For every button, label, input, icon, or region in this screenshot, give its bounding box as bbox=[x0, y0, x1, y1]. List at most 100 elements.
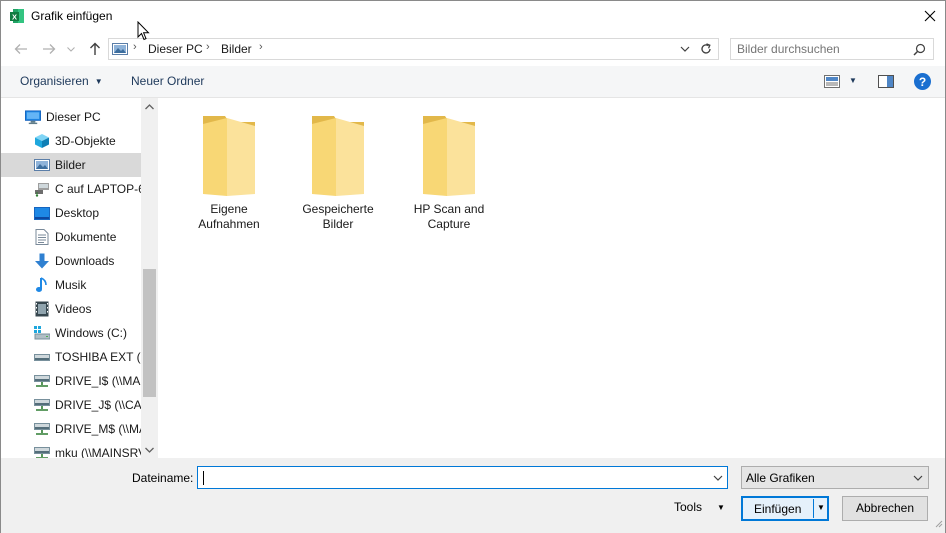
arrow-up-icon bbox=[90, 42, 100, 55]
music-icon bbox=[34, 277, 50, 293]
view-icon bbox=[824, 75, 840, 88]
folder-label: Eigene Aufnahmen bbox=[198, 202, 260, 231]
scroll-down-icon[interactable] bbox=[141, 441, 158, 458]
tree-item-label: Desktop bbox=[55, 206, 100, 220]
forward-button[interactable] bbox=[39, 39, 59, 59]
chevron-down-icon bbox=[67, 46, 75, 52]
filename-input[interactable] bbox=[202, 470, 702, 485]
tree-item-label: Bilder bbox=[55, 158, 86, 172]
breadcrumb-dieser-pc[interactable]: Dieser PC bbox=[148, 42, 203, 56]
mouse-pointer-icon bbox=[137, 20, 150, 44]
search-box[interactable] bbox=[730, 38, 934, 60]
organize-menu-button[interactable]: Organisieren ▼ bbox=[20, 74, 103, 88]
cancel-button[interactable]: Abbrechen bbox=[842, 496, 928, 521]
tree-item-dokumente[interactable]: Dokumente bbox=[1, 225, 141, 249]
tree-item-label: Downloads bbox=[55, 254, 115, 268]
folder-icon bbox=[203, 116, 255, 196]
address-bar[interactable]: › Dieser PC › Bilder › bbox=[108, 38, 719, 60]
folder-icon bbox=[423, 116, 475, 196]
up-button[interactable] bbox=[85, 39, 105, 59]
tree-item-mku[interactable]: mku (\\MAINSRV bbox=[1, 441, 141, 458]
refresh-icon bbox=[701, 43, 711, 54]
tree-item-3d-objekte[interactable]: 3D-Objekte bbox=[1, 129, 141, 153]
dialog-footer: Dateiname: Alle Grafiken Tools ▼ Einfüge… bbox=[1, 458, 945, 533]
file-list-view: Eigene Aufnahmen Gespeicherte Bilder HP Sc… bbox=[161, 98, 945, 458]
pc-icon bbox=[25, 109, 41, 125]
filetype-select[interactable]: Alle Grafiken bbox=[741, 466, 929, 489]
refresh-button[interactable] bbox=[698, 41, 714, 60]
navigation-scrollbar[interactable] bbox=[141, 98, 158, 458]
close-button[interactable] bbox=[915, 1, 945, 31]
folder-label: Gespeicherte Bilder bbox=[302, 202, 374, 231]
folder-item[interactable]: Eigene Aufnahmen bbox=[179, 112, 279, 232]
scrollbar-thumb[interactable] bbox=[143, 269, 156, 397]
documents-icon bbox=[34, 229, 50, 245]
tree-item-dieser-pc[interactable]: Dieser PC bbox=[1, 105, 141, 129]
network-drive-icon bbox=[34, 445, 50, 458]
preview-pane-button[interactable] bbox=[878, 75, 894, 91]
recent-locations-button[interactable] bbox=[64, 39, 78, 59]
arrow-right-icon bbox=[43, 44, 56, 54]
split-divider bbox=[813, 499, 814, 518]
3d-objects-icon bbox=[34, 133, 50, 149]
change-view-button[interactable] bbox=[824, 75, 840, 91]
excel-icon: X bbox=[9, 8, 25, 24]
tools-menu-button[interactable]: Tools bbox=[674, 500, 702, 514]
command-bar: Organisieren ▼ Neuer Ordner ▼ ? bbox=[1, 66, 945, 98]
close-icon bbox=[924, 10, 936, 22]
tree-item-videos[interactable]: Videos bbox=[1, 297, 141, 321]
insert-options-caret-icon[interactable]: ▼ bbox=[817, 503, 825, 512]
folder-item[interactable]: Gespeicherte Bilder bbox=[288, 112, 388, 232]
tree-item-label: Musik bbox=[55, 278, 87, 292]
view-options-caret-icon[interactable]: ▼ bbox=[849, 76, 857, 85]
filename-combobox[interactable] bbox=[197, 466, 728, 489]
tree-item-label: DRIVE_M$ (\\MA bbox=[55, 422, 141, 436]
desktop-icon bbox=[34, 205, 50, 221]
arrow-left-icon bbox=[14, 44, 27, 54]
preview-pane-icon bbox=[878, 75, 894, 88]
new-folder-button[interactable]: Neuer Ordner bbox=[131, 74, 204, 88]
chevron-down-icon bbox=[680, 46, 690, 52]
network-drive-icon bbox=[34, 397, 50, 413]
tree-item-label: DRIVE_J$ (\\CAD bbox=[55, 398, 141, 412]
tree-item-label: TOSHIBA EXT (D: bbox=[55, 350, 141, 364]
tree-item-c-auf-laptop[interactable]: C auf LAPTOP-6I bbox=[1, 177, 141, 201]
tree-item-drive-j[interactable]: DRIVE_J$ (\\CAD bbox=[1, 393, 141, 417]
tree-item-desktop[interactable]: Desktop bbox=[1, 201, 141, 225]
tree-item-label: C auf LAPTOP-6I bbox=[55, 182, 141, 196]
tree-item-label: Dieser PC bbox=[46, 110, 101, 124]
tree-item-label: Dokumente bbox=[55, 230, 117, 244]
resize-grip-icon[interactable] bbox=[933, 517, 943, 531]
windows-drive-icon bbox=[34, 325, 50, 341]
tree-item-windows-c[interactable]: Windows (C:) bbox=[1, 321, 141, 345]
network-drive-icon bbox=[34, 421, 50, 437]
tree-item-label: Windows (C:) bbox=[55, 326, 128, 340]
navigation-pane: Dieser PC 3D-Objekte Bilder C auf LAPTOP… bbox=[1, 98, 158, 458]
tree-item-downloads[interactable]: Downloads bbox=[1, 249, 141, 273]
tree-item-toshiba-ext[interactable]: TOSHIBA EXT (D: bbox=[1, 345, 141, 369]
back-button[interactable] bbox=[11, 39, 31, 59]
search-input[interactable] bbox=[737, 42, 907, 56]
tree-item-musik[interactable]: Musik bbox=[1, 273, 141, 297]
breadcrumb-bilder[interactable]: Bilder bbox=[221, 42, 252, 56]
insert-button[interactable]: Einfügen ▼ bbox=[741, 496, 829, 521]
scroll-up-icon[interactable] bbox=[141, 98, 158, 115]
tree-item-drive-m[interactable]: DRIVE_M$ (\\MA bbox=[1, 417, 141, 441]
svg-text:X: X bbox=[12, 12, 17, 21]
folder-label: HP Scan and Capture bbox=[413, 202, 485, 231]
tree-item-label: DRIVE_I$ (\\MAII bbox=[55, 374, 141, 388]
organize-label: Organisieren bbox=[20, 74, 89, 88]
caret-down-icon[interactable]: ▼ bbox=[717, 503, 725, 512]
external-drive-icon bbox=[34, 349, 50, 365]
search-icon bbox=[913, 43, 926, 59]
text-cursor bbox=[203, 471, 204, 485]
filename-dropdown-button[interactable] bbox=[712, 471, 724, 488]
folder-item[interactable]: HP Scan and Capture bbox=[399, 112, 499, 232]
tree-item-label: mku (\\MAINSRV bbox=[55, 446, 141, 458]
help-button[interactable]: ? bbox=[914, 73, 931, 90]
tree-item-drive-i[interactable]: DRIVE_I$ (\\MAII bbox=[1, 369, 141, 393]
pictures-icon bbox=[34, 157, 50, 173]
tree-item-bilder[interactable]: Bilder bbox=[1, 153, 141, 177]
breadcrumb-separator-icon: › bbox=[206, 41, 210, 53]
address-history-dropdown[interactable] bbox=[678, 41, 692, 60]
